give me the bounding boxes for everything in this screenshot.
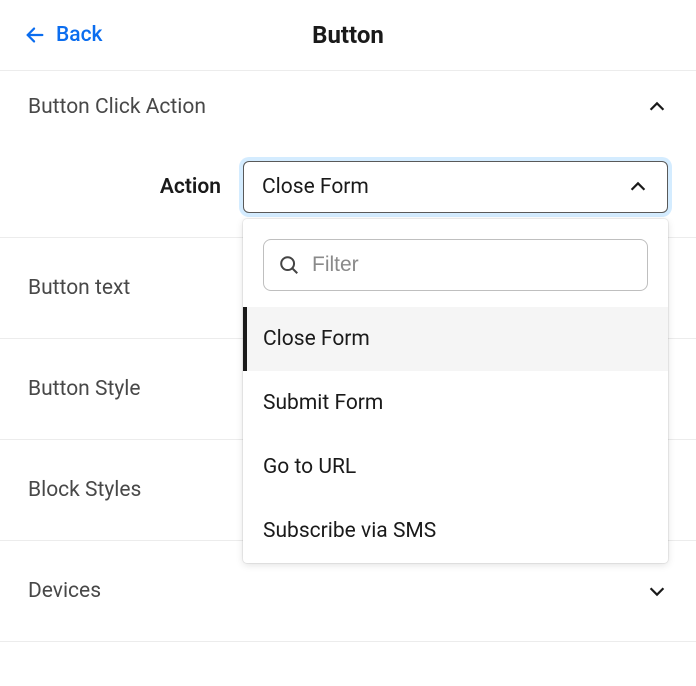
option-label: Submit Form <box>263 391 383 415</box>
filter-wrap <box>243 219 668 307</box>
option-label: Go to URL <box>263 455 356 479</box>
option-go-to-url[interactable]: Go to URL <box>243 435 668 499</box>
section-title-click-action: Button Click Action <box>28 95 206 119</box>
arrow-left-icon <box>24 24 46 46</box>
section-title-block-styles: Block Styles <box>28 478 141 502</box>
action-field-label: Action <box>28 175 243 199</box>
back-button[interactable]: Back <box>24 23 103 47</box>
action-dropdown: Close Form Submit Form Go to URL Subscri… <box>243 219 668 563</box>
filter-input-wrap[interactable] <box>263 239 648 291</box>
action-select-wrap: Close Form Clos <box>243 161 668 213</box>
section-title-button-style: Button Style <box>28 377 141 401</box>
option-subscribe-sms[interactable]: Subscribe via SMS <box>243 499 668 563</box>
section-button-click-action: Button Click Action Action Close Form <box>0 71 696 238</box>
option-submit-form[interactable]: Submit Form <box>243 371 668 435</box>
option-label: Close Form <box>263 327 370 351</box>
panel-header: Back Button <box>0 0 696 70</box>
option-close-form[interactable]: Close Form <box>243 307 668 371</box>
action-options: Close Form Submit Form Go to URL Subscri… <box>243 307 668 563</box>
chevron-down-icon <box>646 580 668 602</box>
section-title-button-text: Button text <box>28 276 130 300</box>
option-label: Subscribe via SMS <box>263 519 436 543</box>
filter-input[interactable] <box>312 253 633 277</box>
page-title: Button <box>312 21 384 49</box>
action-field-row: Action Close Form <box>28 161 668 213</box>
action-select[interactable]: Close Form <box>243 161 668 213</box>
back-label: Back <box>56 23 103 47</box>
action-select-value: Close Form <box>262 175 369 199</box>
chevron-up-icon <box>627 176 649 198</box>
section-toggle-click-action[interactable]: Button Click Action <box>28 95 668 119</box>
search-icon <box>278 254 300 276</box>
section-title-devices: Devices <box>28 579 101 603</box>
chevron-up-icon <box>646 96 668 118</box>
